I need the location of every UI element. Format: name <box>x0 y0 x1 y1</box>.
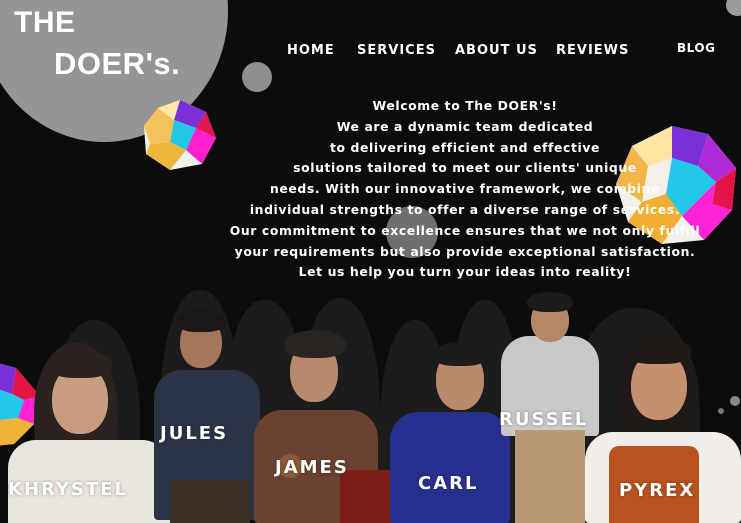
intro-line: Welcome to The DOER's! <box>372 98 558 113</box>
member-name-pyrex: PYREX <box>619 480 696 501</box>
nav-about-link[interactable]: ABOUT US <box>455 43 538 58</box>
polyhedron-icon <box>144 100 216 170</box>
member-name-russel: RUSSEL <box>499 409 589 430</box>
intro-line: your requirements but also provide excep… <box>234 243 696 259</box>
team-member-carl <box>340 340 520 523</box>
intro-line: individual strengths to offer a diverse … <box>249 201 681 217</box>
hero-section: THE DOER's. HOME SERVICES ABOUT US REVIE… <box>0 0 741 523</box>
member-name-james: JAMES <box>275 457 349 478</box>
decor-dot <box>242 62 272 92</box>
nav-blog-link[interactable]: BLOG <box>677 41 715 55</box>
nav-home-link[interactable]: HOME <box>287 43 335 58</box>
intro-line: needs. With our innovative framework, we… <box>269 181 660 197</box>
intro-paragraph: Welcome to The DOER's! We are a dynamic … <box>215 96 715 283</box>
member-name-carl: CARL <box>418 473 479 494</box>
intro-line: Let us help you turn your ideas into rea… <box>298 264 632 280</box>
member-name-khrystel: KHRYSTEL <box>8 479 128 500</box>
decor-dot <box>726 0 741 16</box>
intro-line: We are a dynamic team dedicated <box>336 118 594 134</box>
nav-reviews-link[interactable]: REVIEWS <box>556 43 629 58</box>
intro-line: to delivering efficient and effective <box>330 139 600 155</box>
intro-line: Our commitment to excellence ensures tha… <box>229 222 701 238</box>
intro-line: solutions tailored to meet our clients' … <box>293 160 637 176</box>
member-name-jules: JULES <box>160 423 229 444</box>
logo-text-the[interactable]: THE <box>14 6 76 40</box>
nav-services-link[interactable]: SERVICES <box>357 43 436 58</box>
logo-text-doers[interactable]: DOER's. <box>54 46 180 82</box>
